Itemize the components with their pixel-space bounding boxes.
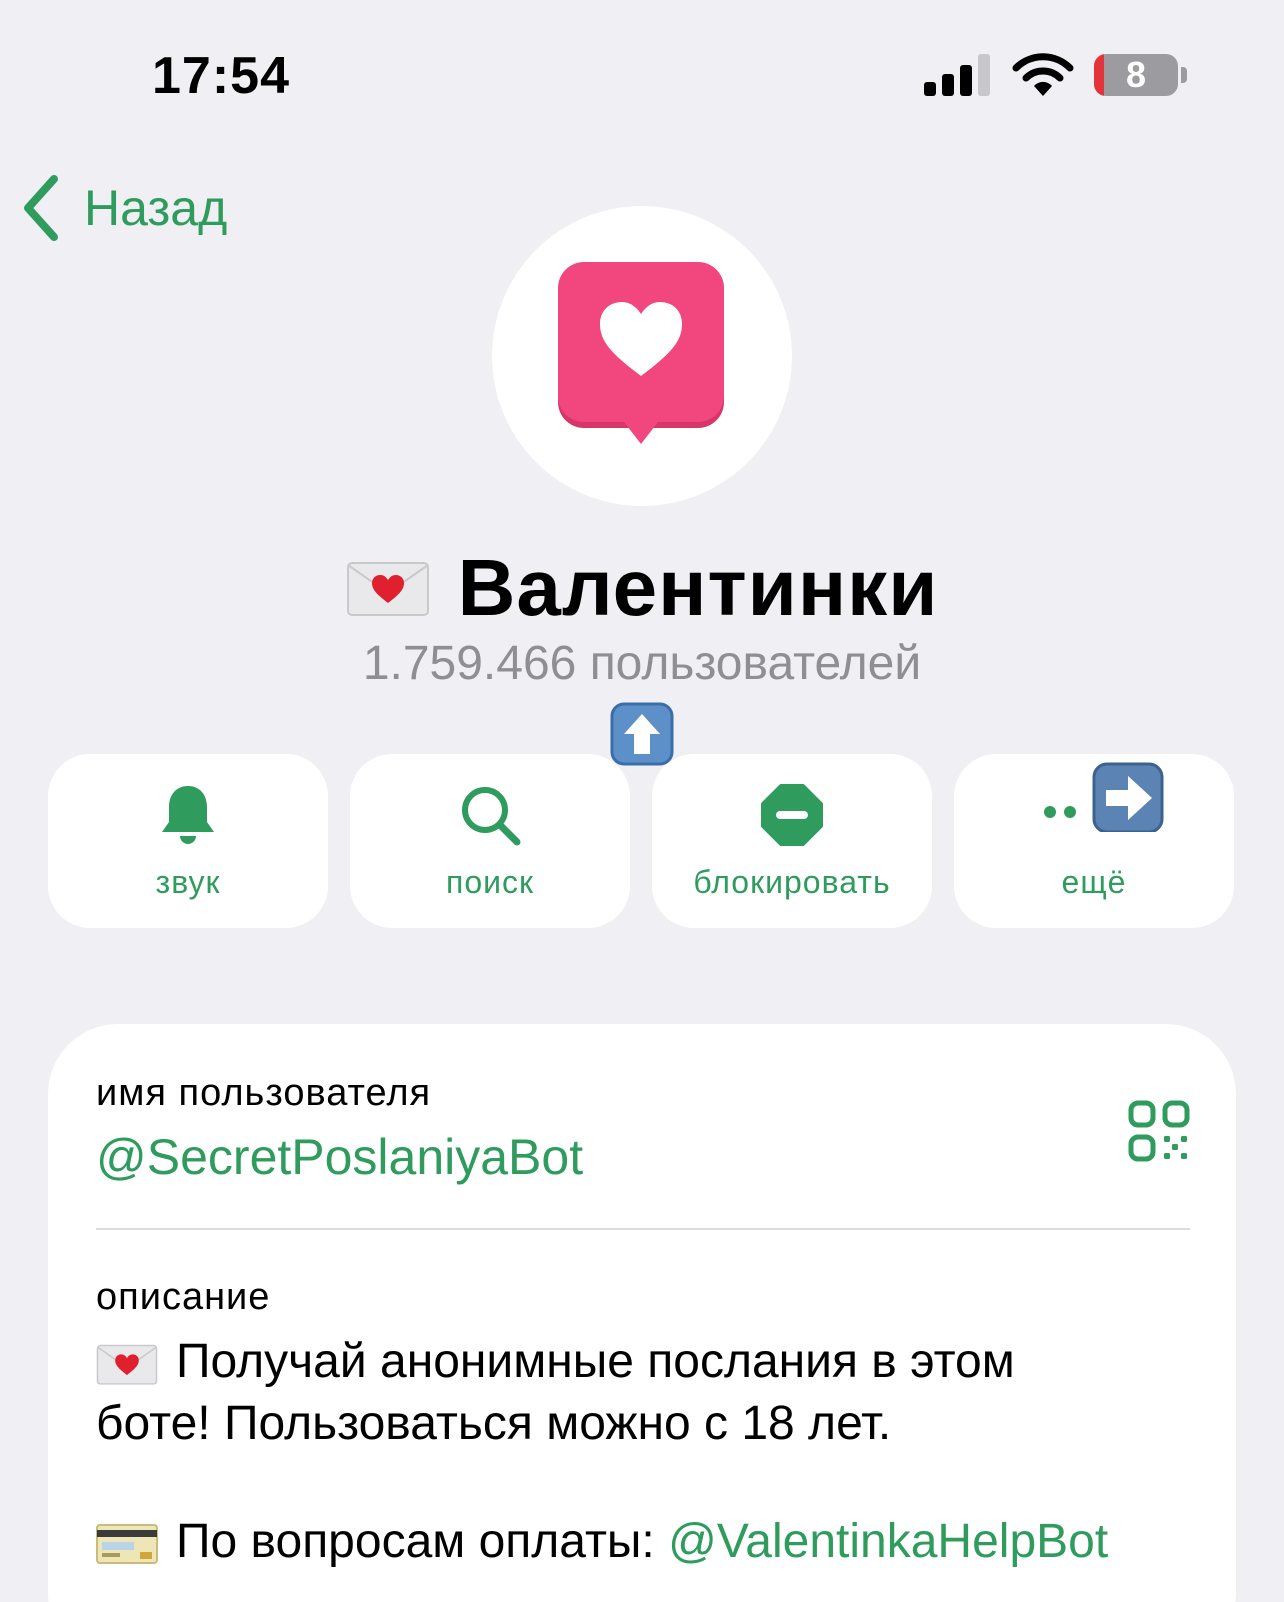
search-icon xyxy=(462,787,521,846)
description-line-2: боте! Пользоваться можно с 18 лет. xyxy=(96,1397,892,1450)
subscriber-count: 1.759.466 пользователей xyxy=(362,637,922,690)
love-letter-emoji xyxy=(96,1345,158,1385)
credit-card-emoji xyxy=(96,1524,158,1565)
more-label: ещё xyxy=(1061,864,1127,900)
description-text-1: Получай анонимные послания в этом xyxy=(176,1335,1015,1388)
profile-title-row: Валентинки xyxy=(0,540,1284,636)
back-label: Назад xyxy=(84,180,228,236)
payment-line: По вопросам оплаты: @ValentinkaHelpBot xyxy=(96,1514,1108,1569)
cellular-signal-icon xyxy=(924,54,990,96)
username-field-label: имя пользователя xyxy=(96,1072,432,1114)
payment-help-link[interactable]: @ValentinkaHelpBot xyxy=(668,1515,1108,1568)
love-letter-emoji xyxy=(346,562,429,616)
battery-cap xyxy=(1181,67,1187,83)
battery-level: 8 xyxy=(1125,54,1147,95)
field-divider xyxy=(96,1228,1190,1230)
bot-avatar[interactable] xyxy=(492,206,792,506)
sound-button[interactable]: звук xyxy=(48,754,328,928)
bell-icon xyxy=(162,786,214,844)
more-icon xyxy=(1044,762,1164,832)
heart-message-icon xyxy=(558,262,724,444)
block-label: блокировать xyxy=(693,864,891,900)
payment-text: По вопросам оплаты: xyxy=(176,1515,669,1568)
search-label: поиск xyxy=(446,864,534,900)
block-icon xyxy=(761,784,823,846)
chevron-left-icon xyxy=(24,175,58,241)
info-card: имя пользователя @SecretPoslaniyaBot опи… xyxy=(48,1024,1236,1602)
bot-profile-screen: 17:54 8 Назад Валентинки 1.759.466 польз… xyxy=(0,0,1284,1602)
block-button[interactable]: блокировать xyxy=(652,754,932,928)
status-time: 17:54 xyxy=(152,47,290,105)
more-button[interactable]: ещё xyxy=(954,754,1234,928)
battery-icon: 8 xyxy=(1094,54,1178,96)
description-field-label: описание xyxy=(96,1276,271,1318)
username-link[interactable]: @SecretPoslaniyaBot xyxy=(96,1128,583,1186)
action-buttons: звук поиск блокировать ещё xyxy=(48,754,1236,928)
description-line-1: Получай анонимные послания в этом xyxy=(96,1334,1015,1389)
wifi-icon xyxy=(1012,53,1074,96)
search-button[interactable]: поиск xyxy=(350,754,630,928)
sound-label: звук xyxy=(155,864,221,900)
profile-title: Валентинки xyxy=(457,543,939,632)
back-button[interactable]: Назад xyxy=(20,168,227,248)
qr-code-icon[interactable] xyxy=(1128,1100,1190,1162)
